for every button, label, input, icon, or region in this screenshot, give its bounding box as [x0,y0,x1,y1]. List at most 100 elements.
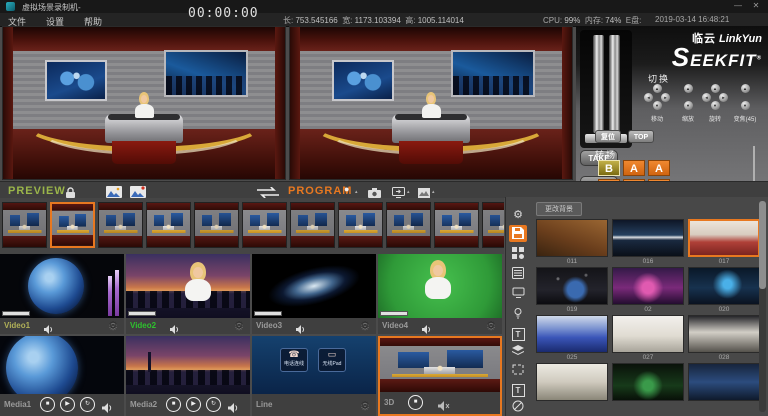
height-value: 1005.114014 [418,16,464,25]
settings-gear-icon[interactable]: ⚙ [509,205,527,222]
gear-icon[interactable]: ⚙ [360,399,370,412]
library-scrollbar-thumb[interactable] [759,201,766,289]
cpu-value: 99% [564,16,580,25]
angle-thumb-9[interactable] [386,202,431,248]
crop-frame-icon[interactable] [509,362,527,379]
scene-tile-020[interactable]: 020 [688,267,760,315]
video3-cell[interactable]: Video3 ⚙ [252,254,376,334]
angle-thumb-5[interactable] [194,202,239,248]
media2-cell[interactable]: Media2 ■ ▶ ↻ [126,336,250,416]
scene-tile-025[interactable]: 025 [536,315,608,363]
move-left-button[interactable]: ◄ [644,93,653,102]
phone-line-chip[interactable]: ☎ 电话连线 [280,348,308,372]
angle-thumb-1[interactable] [2,202,47,248]
disable-icon[interactable] [509,398,527,415]
scene-tile-row4-1[interactable] [536,363,608,411]
rotate-down-button[interactable]: ▼ [711,101,720,110]
fader-handle[interactable] [609,35,620,133]
rotate-up-button[interactable]: ▲ [711,84,720,93]
scene-tile-027[interactable]: 027 [612,315,684,363]
play-button[interactable]: ▶ [186,397,201,412]
rotate-left-button[interactable]: ◄ [702,93,711,102]
transition-b-button[interactable]: B [598,160,620,176]
studio-light-icon[interactable] [509,305,527,322]
layers-icon[interactable] [509,343,527,360]
change-background-button[interactable]: 更改背景 [536,202,582,216]
line-name: Line [256,400,272,409]
subtitle-text-icon[interactable]: T [509,380,527,397]
gear-icon[interactable]: ⚙ [234,319,244,332]
video2-preview [126,254,250,318]
save-floppy-icon[interactable] [509,225,527,242]
angle-thumb-3[interactable] [98,202,143,248]
muted-speaker-icon[interactable] [438,398,450,416]
text-tool-icon[interactable]: T [509,324,527,341]
close-button[interactable]: ✕ [748,0,764,12]
transition-a2-button[interactable]: A [648,160,670,176]
line-cell[interactable]: ☎ 电话连线 ▭ 无线Pad Line ⚙ [252,336,376,416]
stop-button[interactable]: ■ [408,395,423,410]
speaker-icon[interactable] [102,400,113,416]
transition-a1-button[interactable]: A [623,160,645,176]
angle-thumb-11[interactable] [482,202,504,248]
fader-handle[interactable] [593,35,604,133]
speaker-icon[interactable] [228,400,239,416]
scene-tile-017-selected[interactable]: 017 [688,219,760,267]
list-icon[interactable] [509,265,527,282]
move-down-button[interactable]: ▼ [653,101,662,110]
move-up-button[interactable]: ▲ [653,84,662,93]
angle-thumb-4[interactable] [146,202,191,248]
reset-button[interactable]: 复位 [595,130,621,143]
studio-scene-render [290,27,572,179]
switcher-panel: TAKE AUTO 临云 LinkYun SEEKFIT® 切换 ▲ ▼ ◄ ►… [576,26,768,198]
record-icon[interactable]: ● [344,184,349,194]
gear-icon[interactable]: ⚙ [360,319,370,332]
angle-thumb-2-selected[interactable] [50,202,95,248]
dimension-stats: 长: 753.545166 宽: 1173.103394 高: 1005.114… [283,15,464,26]
scene-tile-02[interactable]: 02 [612,267,684,315]
scene-tile-row4-3[interactable] [688,363,760,411]
scene-tile-028[interactable]: 028 [688,315,760,363]
angle-thumb-8[interactable] [338,202,383,248]
media1-cell[interactable]: Media1 ■ ▶ ↻ [0,336,124,416]
stop-button[interactable]: ■ [166,397,181,412]
play-button[interactable]: ▶ [60,397,75,412]
focal-out-button[interactable]: ▼ [741,101,750,110]
wireless-pad-chip[interactable]: ▭ 无线Pad [318,348,346,372]
monitor-icon[interactable] [509,285,527,302]
rotate-right-button[interactable]: ► [719,93,728,102]
move-right-button[interactable]: ► [661,93,670,102]
width-label: 宽: [342,16,352,25]
loop-button[interactable]: ↻ [80,397,95,412]
minimize-button[interactable]: — [730,0,746,12]
screen-output-caret-icon[interactable]: ▴ [407,189,410,195]
video2-cell[interactable]: Video2 ⚙ [126,254,250,334]
scene-tile-016[interactable]: 016 [612,219,684,267]
scene-tile-019[interactable]: 019 [536,267,608,315]
angle-thumb-7[interactable] [290,202,335,248]
record-caret-icon[interactable]: ▴ [355,189,358,195]
zoom-in-button[interactable]: ▲ [684,84,693,93]
gear-icon[interactable]: ⚙ [486,319,496,332]
virtual-studio-app: 虚拟场景录制机- — ✕ 文件 设置 帮助 00:00:00 长: 753.54… [0,0,768,416]
angle-thumb-10[interactable] [434,202,479,248]
scene3d-cell-selected[interactable]: 3D ■ [378,336,502,416]
scene-tile-row4-2[interactable] [612,363,684,411]
video1-cell[interactable]: Video1 ⚙ [0,254,124,334]
media2-name: Media2 [130,400,157,409]
stop-button[interactable]: ■ [40,397,55,412]
picture-overlay-caret-icon[interactable]: ▴ [432,189,435,195]
loop-button[interactable]: ↻ [206,397,221,412]
zoom-out-button[interactable]: ▼ [684,101,693,110]
datetime: 2019-03-14 16:48:21 [655,15,729,24]
media1-preview [0,336,124,394]
studio-scene-render [3,27,285,179]
focal-in-button[interactable]: ▲ [741,84,750,93]
top-button[interactable]: TOP [628,130,654,143]
layout-grid-icon[interactable] [509,245,527,262]
gear-icon[interactable]: ⚙ [108,319,118,332]
scene-tile-011[interactable]: 011 [536,219,608,267]
video4-preview [378,254,502,318]
video4-cell[interactable]: Video4 ⚙ [378,254,502,334]
angle-thumb-6[interactable] [242,202,287,248]
